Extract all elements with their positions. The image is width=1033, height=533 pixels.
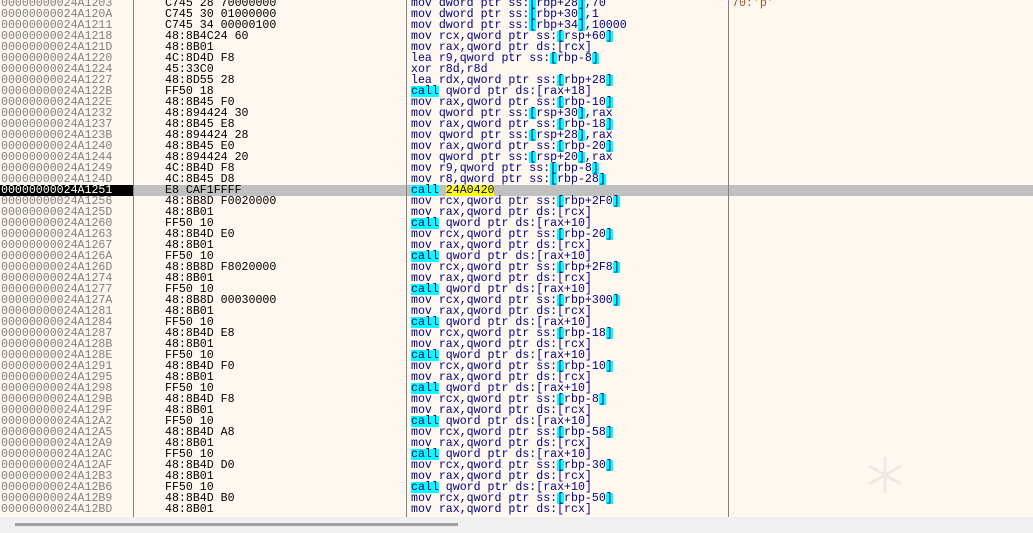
instruction-row[interactable]: 00000000024A12BD 48:8B01 mov rax,qword ptr… [0,503,1033,516]
column-divider[interactable] [728,0,729,517]
column-divider[interactable] [406,0,407,517]
disassembly-view[interactable]: 00000000024A1203 C745 28 70000000 mov dwor… [0,0,1033,517]
instruction-text: mov rax,qword ptr ds:[rcx] [411,503,592,516]
column-divider[interactable] [133,0,134,517]
horizontal-scrollbar[interactable] [0,517,1033,533]
watermark-logo [865,455,905,495]
address-cell: 00000000024A12BD [1,503,113,516]
instruction-row[interactable]: 00000000024A1220 4C:8D4D F8 lea r9,qword p… [0,53,1033,65]
bytes-cell: 48:8B01 [165,503,214,516]
disassembly-rows: 00000000024A1203 C745 28 70000000 mov dwor… [0,0,1033,515]
scrollbar-thumb[interactable] [15,523,458,526]
instruction-row[interactable]: 00000000024A124D 4C:8B45 D8 mov r8,qword p… [0,174,1033,186]
snowflake-icon [868,457,902,493]
comment-cell: 70:'p' [732,0,774,10]
disassembly-cell: mov rax,qword ptr ds:[rcx] [411,503,592,516]
